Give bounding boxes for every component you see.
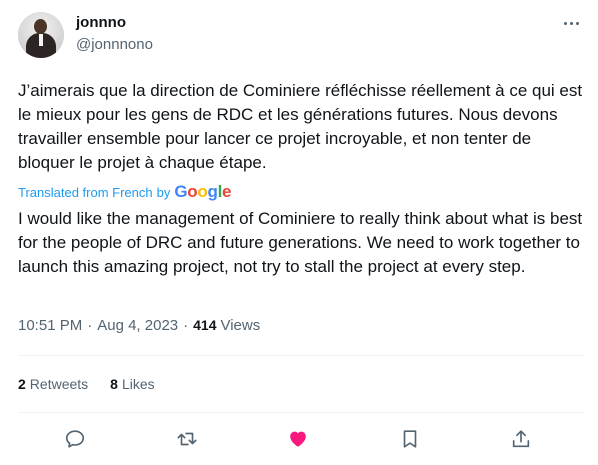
likes-stat[interactable]: 8 Likes <box>110 376 154 392</box>
share-button[interactable] <box>508 426 534 452</box>
engagement-stats: 2 Retweets 8 Likes <box>18 374 155 394</box>
retweet-button[interactable] <box>174 426 200 452</box>
retweets-label: Retweets <box>29 376 89 392</box>
meta-separator: · <box>87 316 93 334</box>
views-count: 414 <box>193 317 217 333</box>
avatar-figure-collar <box>39 34 43 46</box>
handle[interactable]: @jonnnono <box>76 35 153 55</box>
tweet-time[interactable]: 10:51 PM <box>18 317 82 334</box>
action-bar <box>0 424 598 456</box>
retweet-icon <box>177 432 197 446</box>
bookmark-button[interactable] <box>397 426 423 452</box>
tweet-date[interactable]: Aug 4, 2023 <box>97 317 178 334</box>
retweets-count: 2 <box>18 376 26 392</box>
likes-label: Likes <box>121 376 155 392</box>
reply-icon <box>65 430 85 448</box>
tweet-header: jonnno @jonnnono <box>18 12 584 60</box>
avatar[interactable] <box>18 12 64 58</box>
translation-attribution[interactable]: Translated from French by Google <box>18 182 231 202</box>
retweets-stat[interactable]: 2 Retweets <box>18 376 88 392</box>
share-icon <box>512 430 530 448</box>
more-icon <box>562 21 580 25</box>
heart-icon <box>290 431 306 447</box>
reply-button[interactable] <box>62 426 88 452</box>
meta-separator: · <box>183 316 189 334</box>
translated-by-label: by <box>156 184 171 200</box>
likes-count: 8 <box>110 376 118 392</box>
divider <box>18 412 584 413</box>
divider <box>18 355 584 356</box>
tweet-translated-text: I would like the management of Cominiere… <box>18 209 583 276</box>
display-name[interactable]: jonnno <box>76 13 153 33</box>
bookmark-icon <box>403 430 417 448</box>
more-button[interactable] <box>558 13 584 33</box>
avatar-figure-head <box>34 19 47 34</box>
google-logo: Google <box>174 182 232 201</box>
like-button[interactable] <box>285 426 311 452</box>
translated-from-label: Translated from French <box>18 184 153 200</box>
author-names: jonnno @jonnnono <box>76 13 153 55</box>
views-label: Views <box>220 316 261 334</box>
tweet-original-text: J’aimerais que la direction de Cominiere… <box>18 81 583 172</box>
tweet-metadata: 10:51 PM · Aug 4, 2023 · 414 Views <box>18 314 260 336</box>
tweet: jonnno @jonnnono J’aimerais que la direc… <box>0 0 598 465</box>
